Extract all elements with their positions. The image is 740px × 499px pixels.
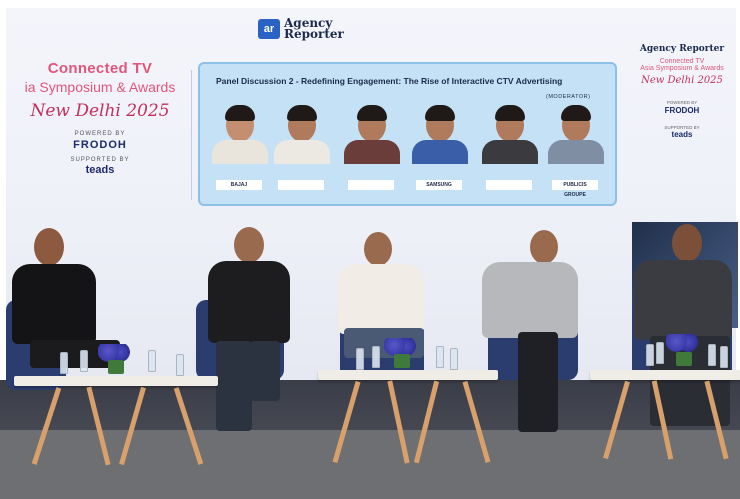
agency-reporter-logo: ar Agency Reporter: [258, 17, 344, 41]
panelist-head: [234, 227, 264, 263]
supported-by-sponsor: teads: [85, 164, 115, 176]
speaker-company: [348, 180, 394, 190]
panelist-torso: [12, 264, 96, 344]
panelist-head: [364, 232, 392, 266]
panelist-legs: [250, 341, 280, 401]
right-powered-by: FRODOH: [664, 106, 700, 115]
water-bottle: [708, 344, 716, 366]
left-event-branding: Connected TV ia Symposium & Awards New D…: [10, 60, 190, 176]
right-event-branding: Agency Reporter Connected TV Asia Sympos…: [628, 44, 736, 139]
speaker-outfit: [412, 140, 468, 164]
moderator-label: (MODERATOR): [546, 94, 591, 100]
right-event-location: New Delhi 2025: [641, 75, 723, 86]
water-bottle: [720, 346, 728, 368]
speaker-hair: [357, 105, 387, 121]
water-bottle: [60, 352, 68, 374]
logo-name-line2: Reporter: [284, 27, 344, 41]
water-bottle: [80, 350, 88, 372]
powered-by-label: POWERED BY: [74, 131, 126, 137]
speaker-company: PUBLICIS GROUPE: [552, 180, 598, 198]
event-name-line1: Connected TV: [47, 60, 153, 77]
water-bottle: [148, 350, 156, 372]
speaker-outfit: [212, 140, 268, 164]
speaker-outfit: [274, 140, 330, 164]
speaker-card: BAJAJ: [208, 104, 270, 199]
speaker-company: BAJAJ: [216, 180, 262, 190]
panelist-head: [530, 230, 558, 264]
panelist: [630, 222, 736, 442]
speaker-outfit: [548, 140, 604, 164]
right-event-line2: Asia Symposium & Awards: [640, 65, 724, 72]
speaker-card: PUBLICIS GROUPE: [544, 104, 606, 199]
speaker-hair: [225, 105, 255, 121]
logo-mark: ar: [258, 19, 280, 39]
panel-title: Panel Discussion 2 - Redefining Engageme…: [216, 76, 563, 86]
water-bottle: [436, 346, 444, 368]
water-bottle: [356, 348, 364, 370]
speaker-card: [270, 104, 332, 199]
panelist-legs: [518, 332, 558, 432]
water-bottle: [656, 342, 664, 364]
speaker-hair: [495, 105, 525, 121]
speaker-company: SAMSUNG: [416, 180, 462, 190]
water-bottle: [450, 348, 458, 370]
flower-pot: [676, 352, 692, 366]
panel-banner: Panel Discussion 2 - Redefining Engageme…: [198, 62, 617, 206]
coffee-table: [590, 370, 740, 380]
logo-name: Agency Reporter: [284, 17, 344, 41]
coffee-table: [14, 376, 218, 386]
water-bottle: [372, 346, 380, 368]
panelist-torso: [208, 261, 290, 343]
powered-by-sponsor: FRODOH: [73, 139, 127, 151]
panelist-legs: [216, 341, 252, 431]
speaker-hair: [287, 105, 317, 121]
supported-by-label: SUPPORTED BY: [70, 157, 130, 163]
panelist: [478, 228, 582, 443]
event-name-line2: ia Symposium & Awards: [24, 79, 176, 95]
coffee-table: [318, 370, 498, 380]
flower-pot: [394, 354, 410, 368]
panelist-head: [34, 228, 64, 266]
panelist: [200, 225, 300, 445]
speaker-hair: [561, 105, 591, 121]
speaker-card: [478, 104, 540, 199]
panelist-torso: [482, 262, 578, 338]
speaker-outfit: [482, 140, 538, 164]
speaker-company: [486, 180, 532, 190]
flower-arrangement: [666, 334, 700, 352]
right-powered-by-label: POWERED BY: [666, 100, 698, 105]
speaker-card: [340, 104, 402, 199]
event-photo: Connected TV ia Symposium & Awards New D…: [0, 0, 740, 499]
panelist-torso: [338, 264, 424, 334]
water-bottle: [176, 354, 184, 376]
speaker-outfit: [344, 140, 400, 164]
right-logo: Agency Reporter: [639, 44, 725, 54]
panelist: [10, 222, 120, 442]
backdrop-divider: [191, 70, 192, 200]
event-location: New Delhi 2025: [30, 101, 170, 121]
speaker-card: SAMSUNG: [408, 104, 470, 199]
right-event-line1: Connected TV: [659, 58, 705, 65]
panelist-head: [672, 224, 702, 262]
panelist-torso: [634, 260, 732, 340]
right-supported-by: teads: [671, 130, 693, 139]
flower-pot: [108, 360, 124, 374]
water-bottle: [646, 344, 654, 366]
speaker-company: [278, 180, 324, 190]
speaker-hair: [425, 105, 455, 121]
